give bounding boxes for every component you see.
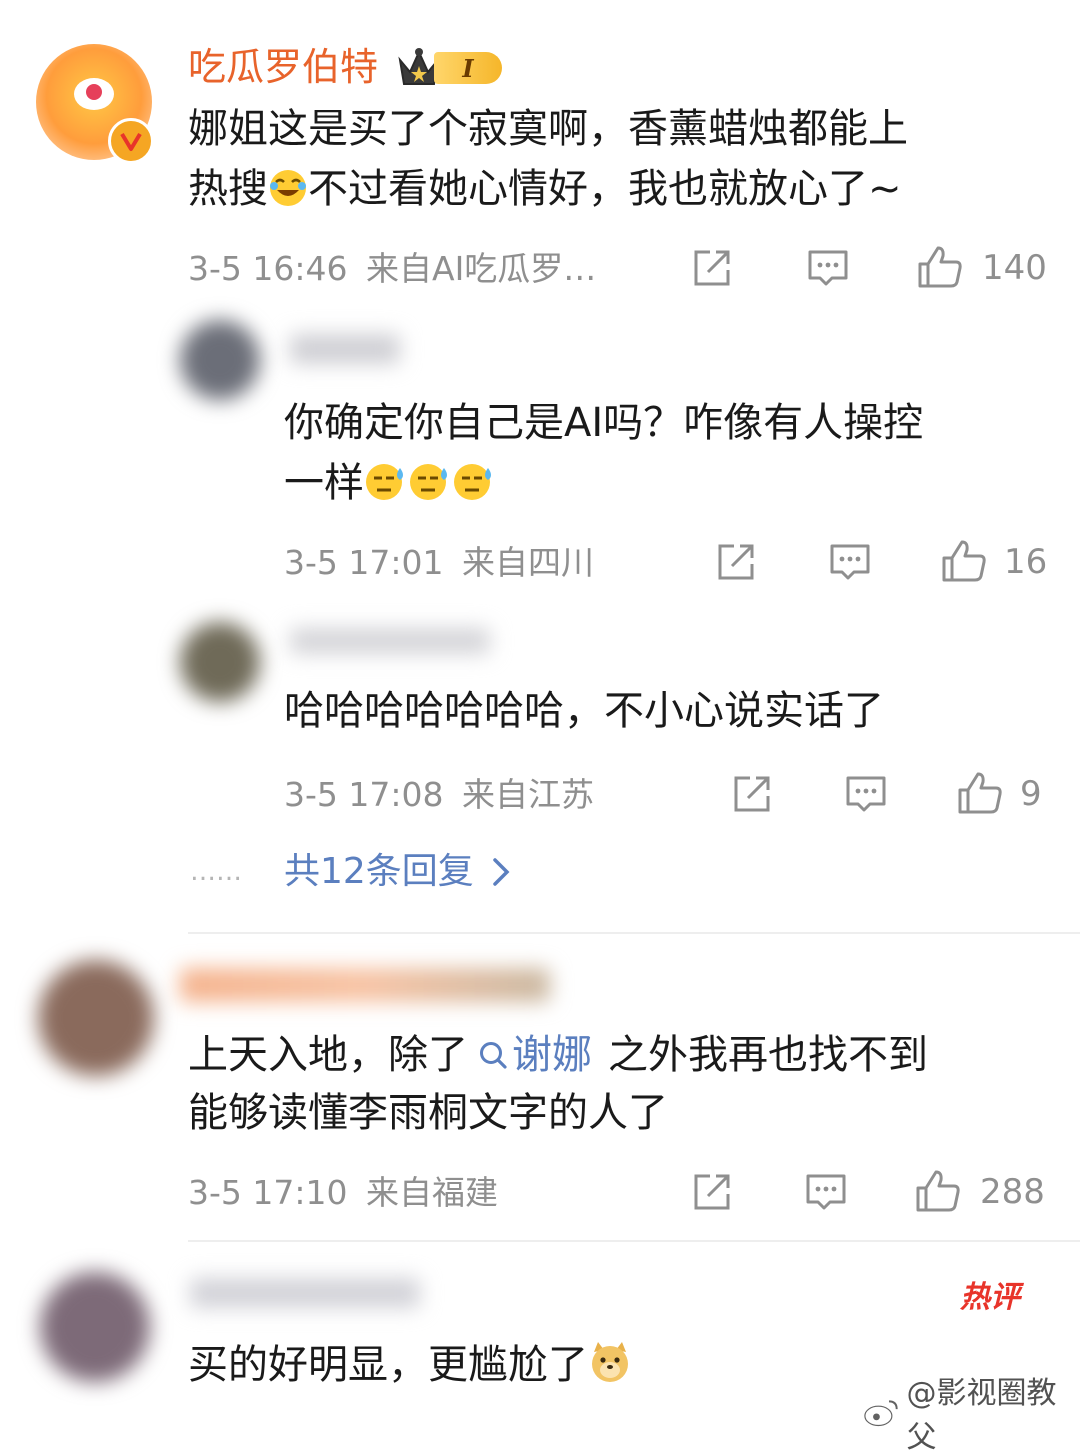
timestamp: 3-5 17:01 — [284, 543, 444, 582]
avatar[interactable] — [180, 320, 260, 400]
like-count: 288 — [980, 1172, 1045, 1212]
hot-comment-label: 热评 — [960, 1280, 1020, 1315]
share-icon — [694, 1174, 730, 1210]
share-button[interactable] — [690, 246, 734, 290]
divider — [188, 1240, 1080, 1242]
location: 来自福建 — [366, 1173, 498, 1212]
chevron-right-icon — [493, 858, 510, 886]
comment-text: 买的好明显，更尴尬了 — [188, 1336, 888, 1400]
comment-meta: 3-5 17:01 来自四川 — [284, 540, 594, 586]
comment-line: 热搜 不过看她心情好，我也就放心了~ — [188, 160, 1048, 224]
share-icon — [694, 250, 730, 286]
like-button[interactable]: 288 — [914, 1168, 1045, 1216]
comment-button[interactable] — [806, 246, 850, 290]
username-blurred — [290, 334, 400, 364]
like-count: 9 — [1020, 774, 1042, 814]
like-count: 140 — [982, 248, 1047, 288]
topic-link[interactable]: 谢娜 — [478, 1032, 592, 1078]
share-button[interactable] — [714, 540, 758, 584]
reply-text: 你确定你自己是AI吗？咋像有人操控 一样 — [284, 394, 1044, 518]
comment-button[interactable] — [828, 540, 872, 584]
comment-meta: 3-5 16:46 来自AI吃瓜罗… — [188, 246, 596, 292]
username-blurred — [180, 968, 550, 1002]
sweat-emoji-icon — [452, 460, 496, 518]
verified-icon — [108, 118, 154, 164]
comment-segment: 热搜 — [188, 166, 268, 212]
sweat-emoji-icon — [408, 460, 452, 518]
like-icon — [916, 1170, 960, 1212]
divider — [188, 932, 1080, 934]
doge-emoji-icon — [588, 1340, 632, 1400]
username-blurred — [290, 628, 490, 654]
comment-icon — [806, 1174, 846, 1210]
timestamp: 3-5 17:08 — [284, 775, 444, 814]
sweat-emoji-icon — [364, 460, 408, 518]
search-icon — [480, 1042, 507, 1069]
avatar[interactable] — [180, 622, 260, 702]
like-button[interactable]: 16 — [940, 538, 1047, 586]
comment-segment: 之外我再也找不到 — [608, 1032, 928, 1078]
watermark-text: @影视圈教父 — [906, 1376, 1057, 1455]
comment-icon — [808, 250, 848, 286]
comment-line: 你确定你自己是AI吗？咋像有人操控 — [284, 400, 924, 446]
avatar[interactable] — [40, 1272, 150, 1382]
like-count: 16 — [1004, 542, 1048, 582]
hot-comment-badge: 热评 — [960, 1272, 1020, 1316]
username-blurred — [190, 1278, 420, 1308]
like-icon — [958, 772, 1002, 814]
comment-line: 上天入地，除了 谢娜 之外我再也找不到 — [188, 1026, 1058, 1084]
location: 来自江苏 — [462, 775, 594, 814]
like-button[interactable]: 9 — [956, 770, 1042, 818]
timestamp: 3-5 16:46 — [188, 249, 348, 288]
comment-segment: 不过看她心情好，我也就放心了~ — [308, 166, 902, 212]
member-badge: I — [396, 42, 508, 90]
share-icon — [718, 544, 754, 580]
laugh-cry-emoji-icon — [268, 166, 308, 224]
timestamp: 3-5 17:10 — [188, 1173, 348, 1212]
comment-meta: 3-5 17:08 来自江苏 — [284, 772, 594, 818]
comment-text: 娜姐这是买了个寂寞啊，香薰蜡烛都能上 热搜 不过看她心情好，我也就放心了~ — [188, 100, 1048, 224]
view-replies-link[interactable]: 共12条回复 — [284, 848, 510, 896]
topic-link-label: 谢娜 — [512, 1032, 592, 1078]
weibo-logo-icon — [863, 1400, 898, 1427]
comment-text: 上天入地，除了 谢娜 之外我再也找不到 能够读懂李雨桐文字的人了 — [188, 1026, 1058, 1142]
comment-segment: 买的好明显，更尴尬了 — [188, 1342, 588, 1388]
watermark: @影视圈教父 — [862, 1368, 1080, 1456]
comment-line: 娜姐这是买了个寂寞啊，香薰蜡烛都能上 — [188, 106, 908, 152]
share-button[interactable] — [730, 772, 774, 816]
reply-summary-dots: …… — [190, 857, 242, 887]
comment-button[interactable] — [844, 772, 888, 816]
comment-line: 能够读懂李雨桐文字的人了 — [188, 1090, 668, 1136]
username[interactable]: 吃瓜罗伯特 — [188, 40, 378, 94]
comment-meta: 3-5 17:10 来自福建 — [188, 1170, 498, 1216]
level-tag: I — [434, 52, 502, 84]
like-icon — [942, 540, 986, 582]
comment-segment: 上天入地，除了 — [188, 1032, 468, 1078]
comment-icon — [830, 544, 870, 580]
level-label: I — [462, 53, 474, 83]
like-icon — [918, 246, 962, 288]
reply-text: 哈哈哈哈哈哈哈，不小心说实话了 — [284, 688, 884, 734]
view-replies-label: 共12条回复 — [284, 851, 474, 892]
comment-icon — [846, 776, 886, 812]
comment-button[interactable] — [804, 1170, 848, 1214]
avatar[interactable] — [38, 960, 154, 1076]
share-button[interactable] — [690, 1170, 734, 1214]
like-button[interactable]: 140 — [916, 244, 1047, 292]
comment-line: 一样 — [284, 454, 1044, 518]
avatar-heart — [86, 84, 102, 100]
comment-segment: 一样 — [284, 460, 364, 506]
location: 来自AI吃瓜罗… — [366, 249, 597, 288]
location: 来自四川 — [462, 543, 594, 582]
share-icon — [734, 776, 770, 812]
